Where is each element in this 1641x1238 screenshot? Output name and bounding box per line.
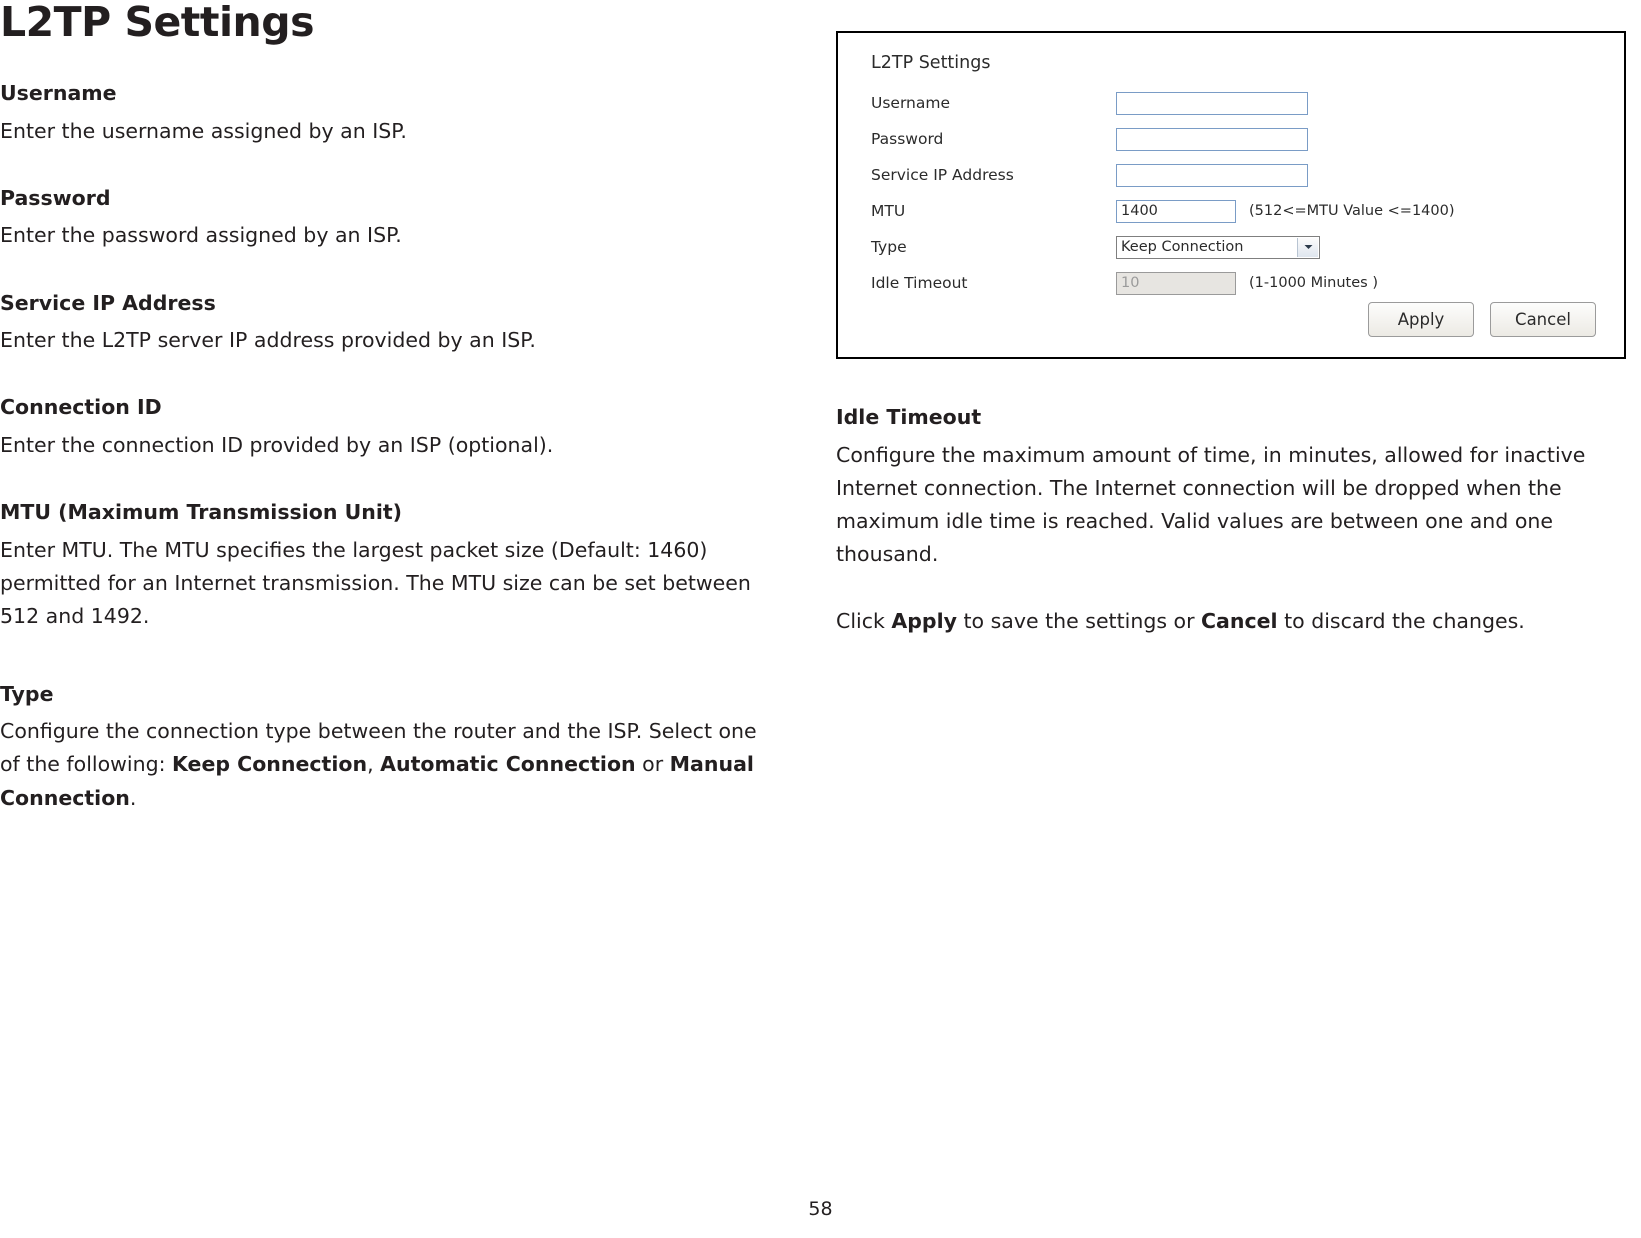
section-type: Type Configure the connection type betwe… [0,682,790,815]
page-title: L2TP Settings [0,0,314,46]
type-option-automatic: Automatic Connection [380,752,636,777]
field-label: Type [871,238,907,256]
screenshot-panel-title: L2TP Settings [871,53,991,73]
click-cancel-label: Cancel [1201,609,1278,634]
section-body: Enter MTU. The MTU specifies the largest… [0,537,751,629]
section-body: Enter the password assigned by an ISP. [0,223,402,248]
right-text-block: Idle Timeout Configure the maximum amoun… [836,405,1626,639]
section-body-idle-timeout: Configure the maximum amount of time, in… [836,442,1586,567]
field-label: MTU [871,202,906,220]
page-number: 58 [808,1198,833,1220]
cancel-button[interactable]: Cancel [1490,302,1596,337]
section-body: Configure the connection type between th… [0,715,760,815]
type-sep-1: , [367,752,381,777]
idle-timeout-hint: (1-1000 Minutes ) [1249,275,1378,291]
screenshot-form: Username Password Service IP Address MTU… [871,85,1455,301]
section-heading: Password [0,185,111,210]
section-heading: Type [0,681,54,706]
mtu-hint: (512<=MTU Value <=1400) [1249,203,1455,219]
section-body: Enter the L2TP server IP address provide… [0,328,536,353]
screenshot-button-bar: Apply Cancel [1368,302,1596,337]
section-username: Username Enter the username assigned by … [0,81,790,148]
section-body: Enter the connection ID provided by an I… [0,433,554,458]
section-heading: Connection ID [0,395,162,420]
click-middle: to save the settings or [956,609,1202,634]
form-row-mtu: MTU (512<=MTU Value <=1400) [871,193,1455,229]
click-instructions: Click Apply to save the settings or Canc… [836,605,1626,638]
section-body: Enter the username assigned by an ISP. [0,118,407,143]
idle-timeout-input[interactable] [1116,271,1236,295]
service-ip-address-input[interactable] [1116,163,1308,187]
type-select[interactable]: Keep Connection [1116,235,1320,259]
click-apply-label: Apply [891,609,957,634]
section-heading: MTU (Maximum Transmission Unit) [0,500,403,525]
section-password: Password Enter the password assigned by … [0,186,790,253]
type-end: . [129,785,137,810]
type-option-keep: Keep Connection [172,752,368,777]
password-input[interactable] [1116,127,1308,151]
section-mtu: MTU (Maximum Transmission Unit) Enter MT… [0,500,790,633]
section-connection-id: Connection ID Enter the connection ID pr… [0,395,790,462]
type-select-value: Keep Connection [1121,239,1244,255]
type-sep-2: or [635,752,670,777]
chevron-down-icon[interactable] [1297,237,1318,257]
section-heading-idle-timeout: Idle Timeout [836,405,982,429]
click-suffix: to discard the changes. [1277,609,1525,634]
click-prefix: Click [836,609,892,634]
field-label: Password [871,130,944,148]
router-ui-screenshot: L2TP Settings Username Password Service … [836,31,1626,359]
field-label: Username [871,94,951,112]
mtu-input[interactable] [1116,199,1236,223]
section-heading: Username [0,81,117,105]
form-row-username: Username [871,85,1455,121]
left-column: L2TP Settings Username Enter the usernam… [0,0,790,815]
section-heading: Service IP Address [0,290,216,315]
field-label: Idle Timeout [871,274,968,292]
username-input[interactable] [1116,91,1308,115]
form-row-service-ip-address: Service IP Address [871,157,1455,193]
form-row-type: Type Keep Connection [871,229,1455,265]
form-row-idle-timeout: Idle Timeout (1-1000 Minutes ) [871,265,1455,301]
apply-button[interactable]: Apply [1368,302,1474,337]
form-row-password: Password [871,121,1455,157]
section-service-ip-address: Service IP Address Enter the L2TP server… [0,291,790,358]
field-label: Service IP Address [871,166,1014,184]
